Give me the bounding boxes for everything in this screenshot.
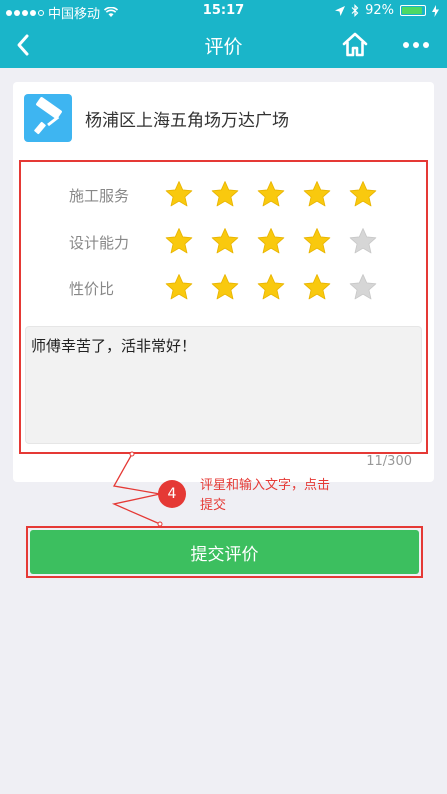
charging-icon	[432, 4, 439, 17]
rating-section: 施工服务 设计能力 性价比 师傅幸苦了，活非常好！	[19, 160, 428, 454]
rating-label: 性价比	[69, 280, 115, 298]
star-filled-icon[interactable]	[202, 174, 248, 214]
shop-name: 杨浦区上海五角场万达广场	[85, 111, 289, 131]
nav-bar: 评价	[0, 22, 447, 68]
star-rating[interactable]	[156, 267, 386, 307]
page-title: 评价	[204, 36, 243, 58]
comment-textarea[interactable]: 师傅幸苦了，活非常好！	[25, 326, 422, 444]
rating-row-design: 设计能力	[21, 221, 426, 261]
annotation-text: 评星和输入文字，点击提交	[200, 478, 331, 513]
star-rating[interactable]	[156, 221, 386, 261]
rating-row-construction: 施工服务	[21, 174, 426, 214]
bluetooth-icon	[351, 4, 359, 17]
status-bar: 中国移动 15:17 92%	[0, 0, 447, 22]
more-button[interactable]	[398, 31, 434, 59]
paint-roller-icon	[24, 94, 72, 142]
star-filled-icon[interactable]	[294, 221, 340, 261]
rating-label: 施工服务	[69, 187, 130, 205]
star-empty-icon[interactable]	[340, 221, 386, 261]
star-filled-icon[interactable]	[156, 174, 202, 214]
star-filled-icon[interactable]	[202, 267, 248, 307]
rating-label: 设计能力	[69, 234, 130, 252]
home-button[interactable]	[340, 30, 370, 60]
star-rating[interactable]	[156, 174, 386, 214]
star-filled-icon[interactable]	[340, 174, 386, 214]
star-filled-icon[interactable]	[294, 267, 340, 307]
battery-icon	[400, 5, 426, 16]
star-filled-icon[interactable]	[156, 267, 202, 307]
step-badge: 4	[158, 480, 186, 508]
battery-percent: 92%	[365, 3, 394, 18]
star-filled-icon[interactable]	[202, 221, 248, 261]
home-icon	[342, 32, 368, 57]
star-empty-icon[interactable]	[340, 267, 386, 307]
star-filled-icon[interactable]	[248, 221, 294, 261]
review-card: 杨浦区上海五角场万达广场 施工服务 设计能力 性价比 师傅幸苦了，活非常好！ 1…	[13, 82, 434, 482]
star-filled-icon[interactable]	[248, 174, 294, 214]
star-filled-icon[interactable]	[248, 267, 294, 307]
submit-button[interactable]: 提交评价	[30, 530, 419, 574]
submit-highlight: 提交评价	[26, 526, 423, 578]
char-counter: 11/300	[366, 454, 412, 469]
star-filled-icon[interactable]	[294, 174, 340, 214]
star-filled-icon[interactable]	[156, 221, 202, 261]
location-arrow-icon	[335, 5, 346, 16]
more-dots-icon	[403, 42, 409, 48]
rating-row-value: 性价比	[21, 267, 426, 307]
